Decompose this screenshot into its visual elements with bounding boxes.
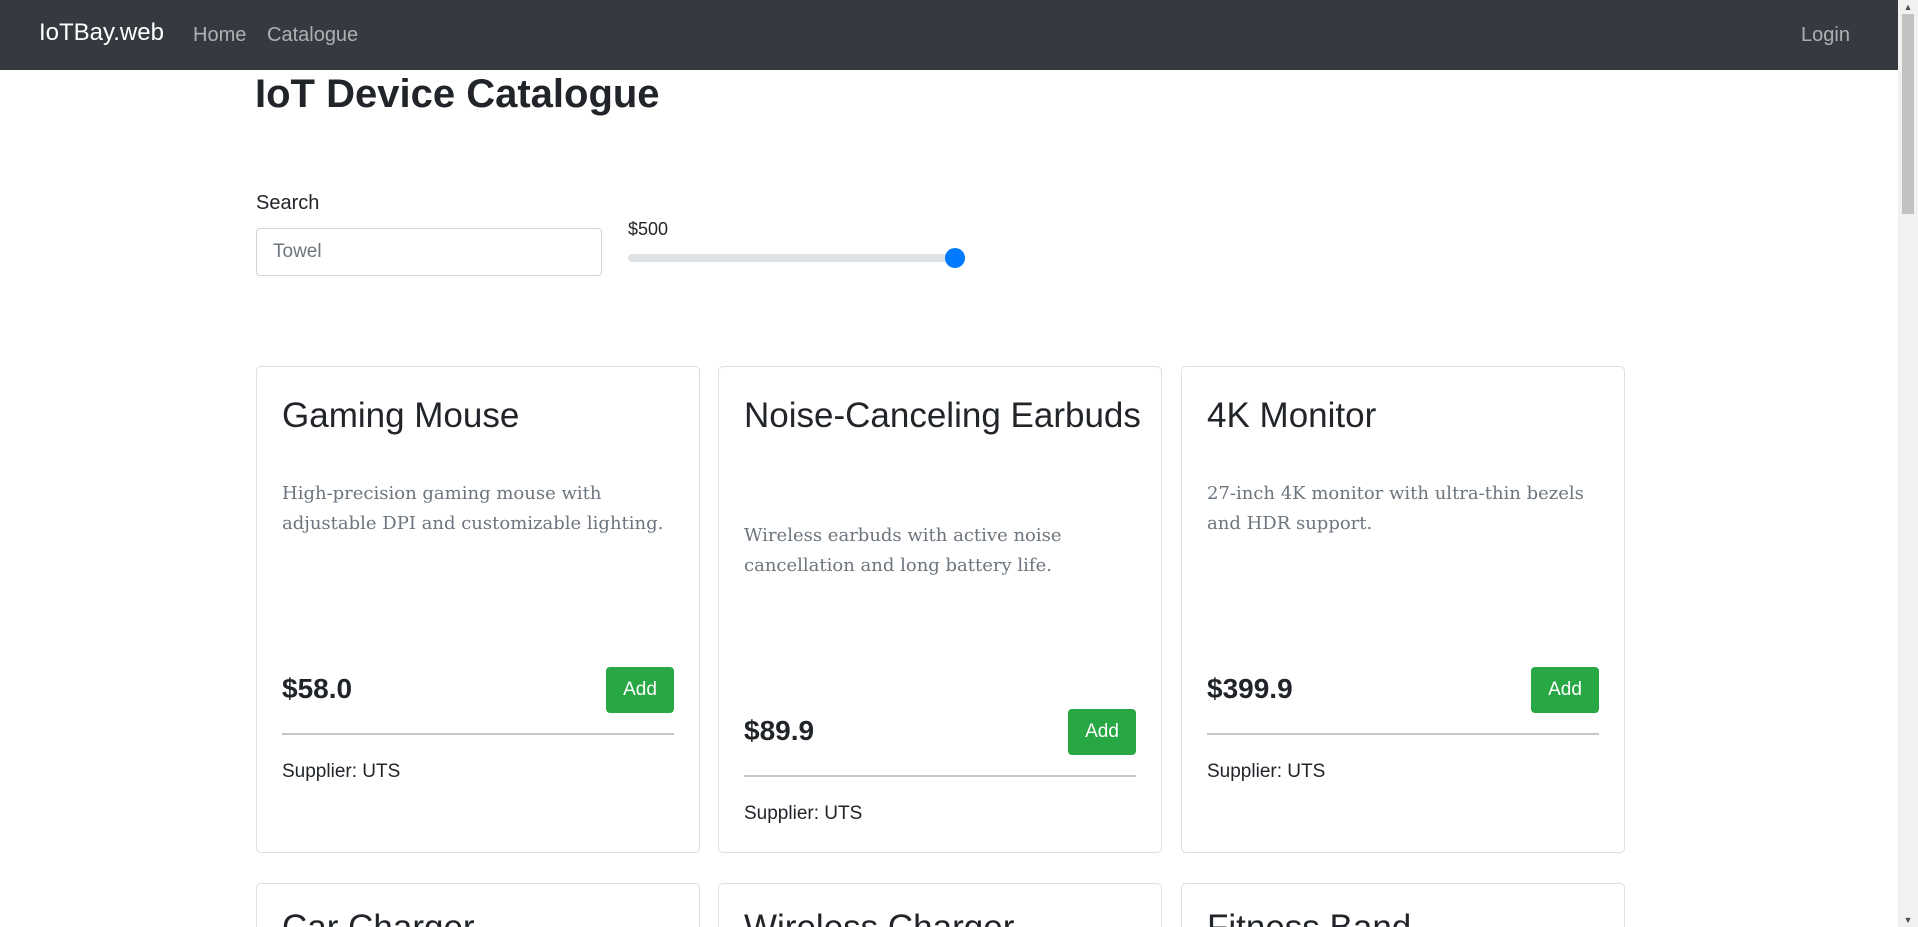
nav-login-link[interactable]: Login: [1801, 24, 1850, 47]
product-price: $399.9: [1207, 673, 1293, 704]
product-card-partial: Car Charger: [256, 883, 700, 927]
page-scrollbar[interactable]: ▲ ▼: [1898, 0, 1918, 927]
top-navbar: IoTBay.web Home Catalogue Login: [0, 0, 1898, 70]
price-range-slider-thumb[interactable]: [945, 248, 965, 268]
product-name: Car Charger: [282, 907, 682, 927]
add-to-cart-button[interactable]: Add: [606, 667, 674, 713]
price-range-slider[interactable]: [628, 248, 965, 268]
brand-link[interactable]: IoTBay.web: [39, 19, 164, 47]
product-card: 4K Monitor 27-inch 4K monitor with ultra…: [1181, 366, 1625, 853]
product-name: Gaming Mouse: [282, 396, 520, 435]
product-card-partial: Wireless Charger: [718, 883, 1162, 927]
product-supplier: Supplier: UTS: [744, 803, 863, 824]
product-description: Wireless earbuds with active noise cance…: [744, 525, 1062, 576]
product-supplier: Supplier: UTS: [282, 761, 401, 782]
product-name: Wireless Charger: [744, 907, 1144, 927]
scroll-down-arrow-icon[interactable]: ▼: [1898, 913, 1918, 927]
product-price: $89.9: [744, 715, 815, 746]
card-divider: [282, 733, 674, 735]
scroll-up-arrow-icon[interactable]: ▲: [1898, 0, 1918, 14]
product-name: Fitness Band: [1207, 907, 1607, 927]
product-supplier: Supplier: UTS: [1207, 761, 1326, 782]
card-divider: [1207, 733, 1599, 735]
product-card: Noise-Canceling Earbuds Wireless earbuds…: [718, 366, 1162, 853]
search-label: Search: [256, 192, 320, 214]
add-to-cart-button[interactable]: Add: [1068, 709, 1136, 755]
product-name: 4K Monitor: [1207, 396, 1377, 435]
product-name: Noise-Canceling Earbuds: [744, 396, 1141, 435]
product-description: 27-inch 4K monitor with ultra-thin bezel…: [1207, 483, 1584, 534]
nav-home-link[interactable]: Home: [193, 24, 246, 47]
product-price: $58.0: [282, 673, 353, 704]
product-description: High-precision gaming mouse with adjusta…: [282, 483, 664, 534]
product-card-partial: Fitness Band: [1181, 883, 1625, 927]
page-title: IoT Device Catalogue: [255, 72, 660, 116]
search-input[interactable]: [256, 228, 602, 276]
add-to-cart-button[interactable]: Add: [1531, 667, 1599, 713]
price-filter-label: $500: [628, 219, 669, 239]
nav-catalogue-link[interactable]: Catalogue: [267, 24, 358, 47]
card-divider: [744, 775, 1136, 777]
scrollbar-thumb[interactable]: [1902, 14, 1914, 214]
product-card: Gaming Mouse High-precision gaming mouse…: [256, 366, 700, 853]
page: IoTBay.web Home Catalogue Login IoT Devi…: [0, 0, 1918, 927]
